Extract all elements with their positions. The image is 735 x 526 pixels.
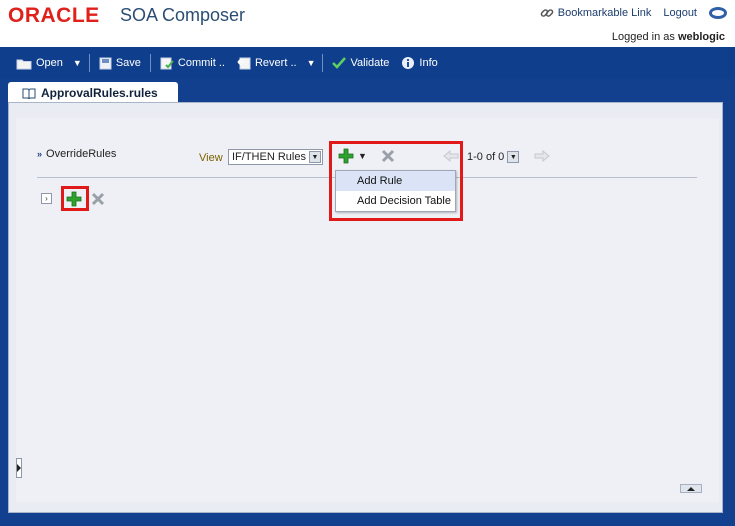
open-menu-chevron-down-icon[interactable]: ▼ [69, 58, 86, 68]
validate-label: Validate [350, 57, 390, 69]
checkmark-icon [332, 57, 347, 69]
pager-select[interactable]: 1-0 of 0 ▼ [467, 149, 527, 165]
toolbar-divider [322, 54, 324, 72]
info-icon [401, 56, 415, 70]
view-selected-value: IF/THEN Rules [232, 151, 306, 163]
ruleset-name: OverrideRules [46, 148, 117, 160]
collapse-chevron-icon[interactable]: » [37, 149, 42, 159]
username: weblogic [677, 31, 725, 43]
save-button[interactable]: Save [93, 51, 147, 75]
document-tab-label: ApprovalRules.rules [41, 86, 158, 100]
chevron-down-icon[interactable]: ▼ [309, 151, 321, 163]
top-links: Bookmarkable Link Logout [540, 6, 727, 20]
save-icon [99, 57, 112, 70]
view-label: View [199, 152, 223, 164]
oracle-logo: ORACLE [8, 4, 100, 27]
expand-toggle[interactable]: › [41, 193, 52, 204]
commit-button[interactable]: Commit .. [154, 51, 231, 75]
toolbar-divider [149, 54, 151, 72]
delete-x-icon[interactable] [90, 191, 106, 207]
delete-x-icon[interactable] [380, 148, 396, 164]
open-button[interactable]: Open [10, 51, 69, 75]
oracle-o-icon [709, 6, 727, 19]
bookmarkable-link[interactable]: Bookmarkable Link [540, 6, 652, 20]
view-select[interactable]: IF/THEN Rules ▼ [228, 149, 323, 165]
side-panel-handle[interactable] [16, 458, 22, 478]
menu-item-add-decision-table[interactable]: Add Decision Table [336, 191, 455, 211]
commit-label: Commit .. [177, 57, 225, 69]
add-green-plus-icon[interactable] [338, 148, 354, 164]
folder-icon [16, 57, 32, 70]
previous-arrow-icon[interactable] [443, 150, 459, 162]
product-name: SOA Composer [120, 5, 246, 25]
chevron-down-icon[interactable]: ▼ [507, 151, 520, 163]
bookmarkable-link-label: Bookmarkable Link [557, 7, 652, 19]
main-toolbar: Open ▼ Save Commit .. Revert .. ▼ Valida… [0, 47, 735, 79]
scroll-to-top-button[interactable] [680, 484, 702, 493]
document-tab[interactable]: ApprovalRules.rules [8, 82, 178, 104]
add-dropdown-menu: Add Rule Add Decision Table [335, 170, 456, 212]
revert-label: Revert .. [254, 57, 297, 69]
save-label: Save [115, 57, 141, 69]
info-label: Info [419, 57, 438, 69]
menu-item-add-rule[interactable]: Add Rule [336, 171, 455, 191]
add-green-plus-icon[interactable] [66, 191, 82, 207]
chain-link-icon [540, 9, 554, 17]
ruleset-header[interactable]: » OverrideRules [37, 148, 116, 160]
add-button-group[interactable]: ▼ [338, 148, 367, 164]
logged-in-prefix: Logged in as [611, 31, 675, 43]
chevron-right-icon [17, 464, 21, 472]
chevron-right-icon: › [45, 194, 48, 203]
chevron-up-icon [687, 486, 695, 491]
book-icon [22, 87, 36, 99]
toolbar-divider [88, 54, 90, 72]
info-button[interactable]: Info [395, 51, 443, 75]
revert-icon [237, 56, 251, 70]
open-label: Open [36, 57, 63, 69]
next-arrow-icon[interactable] [534, 150, 550, 162]
logged-in-status: Logged in as weblogic [612, 31, 725, 43]
commit-icon [160, 56, 174, 70]
add-menu-chevron-down-icon[interactable]: ▼ [358, 151, 367, 161]
top-header: ORACLE SOA Composer Bookmarkable Link Lo… [0, 0, 735, 47]
pager-text: 1-0 of 0 [467, 151, 505, 163]
logout-link[interactable]: Logout [663, 7, 697, 19]
validate-button[interactable]: Validate [326, 51, 395, 75]
revert-menu-chevron-down-icon[interactable]: ▼ [303, 58, 320, 68]
revert-button[interactable]: Revert .. [231, 51, 303, 75]
